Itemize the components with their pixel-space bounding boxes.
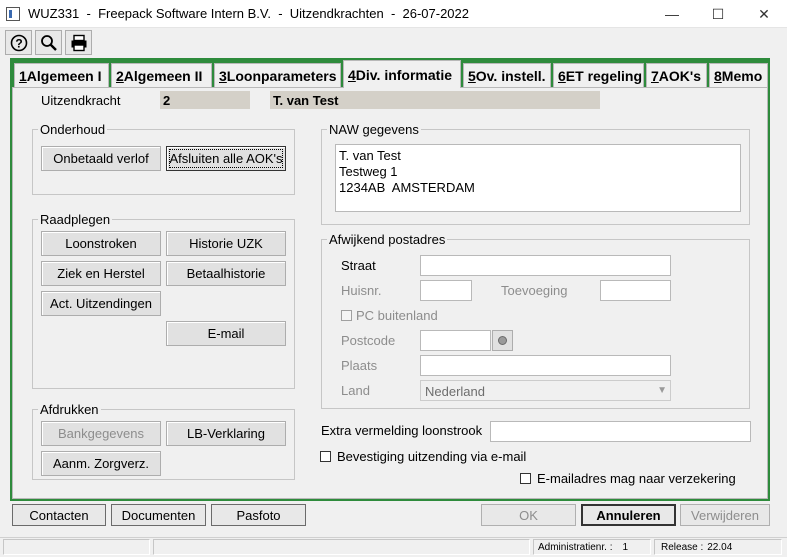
naw-line-2: Testweg 1 (339, 164, 398, 179)
loonstroken-button[interactable]: Loonstroken (41, 231, 161, 256)
ok-button[interactable]: OK (481, 504, 576, 526)
onderhoud-title: Onderhoud (38, 122, 108, 137)
toevoeging-input[interactable] (600, 280, 671, 301)
status-release: Release : 22.04 (654, 539, 782, 555)
status-cell-1 (3, 539, 150, 555)
lb-verklaring-button[interactable]: LB-Verklaring (166, 421, 286, 446)
huisnr-input[interactable] (420, 280, 472, 301)
app-icon (6, 7, 20, 21)
raadplegen-title: Raadplegen (38, 212, 113, 227)
ziek-en-herstel-button[interactable]: Ziek en Herstel (41, 261, 161, 286)
administratie-value: 1 (622, 541, 629, 553)
tab-algemeen-1[interactable]: 1 Algemeen I (14, 63, 109, 87)
search-button[interactable] (35, 30, 62, 55)
plaats-label: Plaats (341, 358, 378, 373)
email-button[interactable]: E-mail (166, 321, 286, 346)
close-button[interactable]: ✕ (741, 0, 787, 28)
bankgegevens-button[interactable]: Bankgegevens (41, 421, 161, 446)
tab-aoks[interactable]: 7 AOK's (646, 63, 707, 87)
tab-algemeen-2[interactable]: 2 Algemeen II (111, 63, 212, 87)
plaats-input[interactable] (420, 355, 671, 376)
svg-text:?: ? (15, 36, 22, 50)
toevoeging-label: Toevoeging (501, 283, 568, 298)
release-label: Release : (661, 541, 704, 553)
print-button[interactable] (65, 30, 92, 55)
contacten-button[interactable]: Contacten (12, 504, 106, 526)
pasfoto-button[interactable]: Pasfoto (211, 504, 306, 526)
uitzendkracht-name: T. van Test (270, 91, 600, 109)
tab-et-regeling[interactable]: 6 ET regeling (553, 63, 644, 87)
help-button[interactable]: ? (5, 30, 32, 55)
historie-uzk-button[interactable]: Historie UZK (166, 231, 286, 256)
emailadres-verzekering-checkbox[interactable] (520, 473, 531, 484)
naw-title: NAW gegevens (327, 122, 421, 137)
pc-buitenland-label: PC buitenland (356, 308, 438, 323)
lookup-icon (498, 336, 507, 345)
afdrukken-title: Afdrukken (38, 402, 101, 417)
extra-loonstrook-input[interactable] (490, 421, 751, 442)
administratie-label: Administratienr. : (538, 541, 613, 553)
maximize-button[interactable]: ☐ (695, 0, 741, 28)
postcode-label: Postcode (341, 333, 396, 348)
toolbar (0, 28, 787, 58)
land-label: Land (341, 383, 370, 398)
verwijderen-button[interactable]: Verwijderen (680, 504, 770, 526)
uitzendkracht-number: 2 (160, 91, 250, 109)
betaalhistorie-button[interactable]: Betaalhistorie (166, 261, 286, 286)
afwijkend-title: Afwijkend postadres (327, 232, 448, 247)
aanm-zorgverz-button[interactable]: Aanm. Zorgverz. (41, 451, 161, 476)
act-uitzendingen-button[interactable]: Act. Uitzendingen (41, 291, 161, 316)
tab-loonparameters[interactable]: 3 Loonparameters (214, 63, 341, 87)
help-icon: ? (10, 34, 27, 51)
naw-line-3: 1234AB AMSTERDAM (339, 180, 475, 195)
naw-line-1: T. van Test (339, 148, 401, 163)
chevron-down-icon: ▼ (657, 385, 667, 396)
pc-buitenland-checkbox[interactable] (341, 310, 352, 321)
onbetaald-verlof-button[interactable]: Onbetaald verlof (41, 146, 161, 171)
huisnr-label: Huisnr. (341, 283, 382, 298)
postcode-lookup-button[interactable] (492, 330, 513, 351)
straat-input[interactable] (420, 255, 671, 276)
emailadres-verzekering-label: E-mailadres mag naar verzekering (537, 471, 736, 486)
status-administratie: Administratienr. : 1 (533, 539, 651, 555)
land-select[interactable]: Nederland ▼ (420, 380, 671, 401)
afsluiten-aoks-button[interactable]: Afsluiten alle AOK's (166, 146, 286, 171)
release-value: 22.04 (707, 541, 733, 553)
documenten-button[interactable]: Documenten (111, 504, 206, 526)
straat-label: Straat (341, 258, 376, 273)
land-value: Nederland (425, 384, 485, 399)
minimize-button[interactable]: — (649, 0, 695, 28)
uitzendkracht-label: Uitzendkracht (41, 93, 121, 108)
postcode-input[interactable] (420, 330, 491, 351)
naw-address-box[interactable]: T. van Test Testweg 1 1234AB AMSTERDAM (335, 144, 741, 212)
tab-ov-instell[interactable]: 5 Ov. instell. (463, 63, 551, 87)
window-title: WUZ331 - Freepack Software Intern B.V. -… (28, 6, 469, 21)
annuleren-button[interactable]: Annuleren (581, 504, 676, 526)
bevestiging-checkbox[interactable] (320, 451, 331, 462)
search-icon (40, 34, 57, 51)
tab-div-informatie[interactable]: 4 Div. informatie (343, 60, 461, 88)
status-cell-2 (153, 539, 530, 555)
extra-loonstrook-label: Extra vermelding loonstrook (321, 423, 483, 438)
tab-memo[interactable]: 8 Memo (709, 63, 768, 87)
print-icon (71, 34, 86, 51)
bevestiging-label: Bevestiging uitzending via e-mail (337, 449, 527, 464)
